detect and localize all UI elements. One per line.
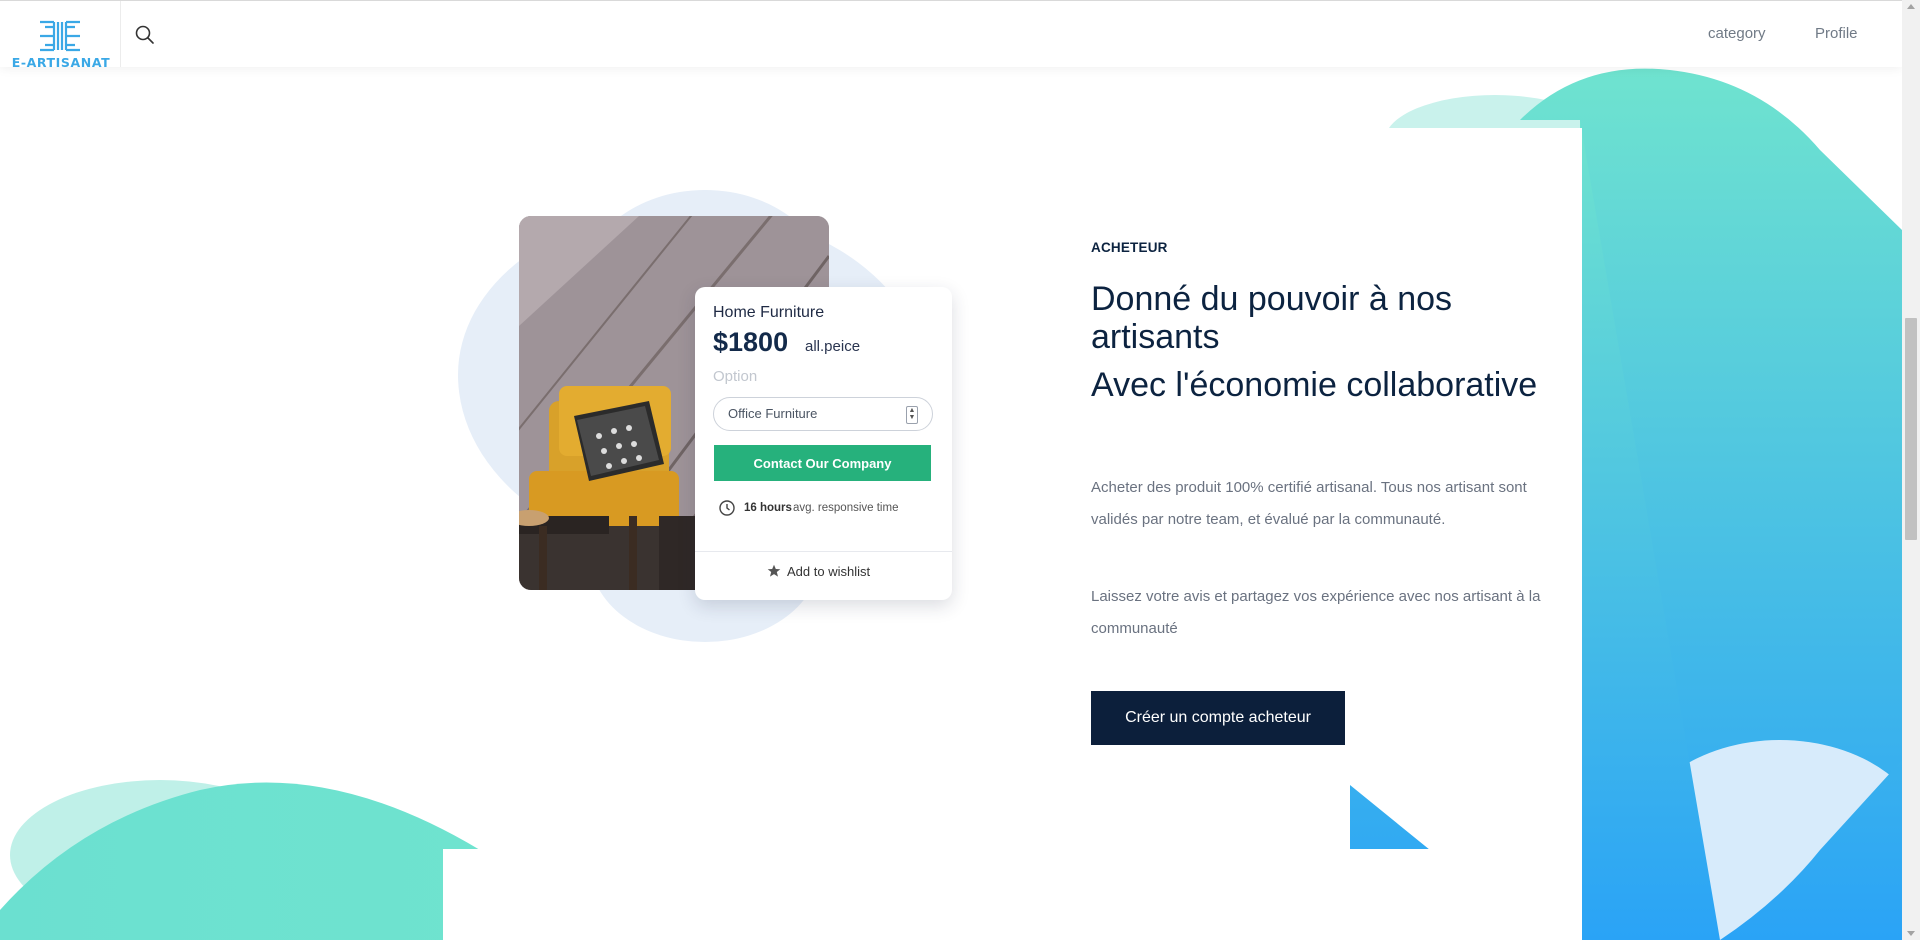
section-headline: Donné du pouvoir à nos artisants xyxy=(1091,280,1453,356)
vertical-scrollbar[interactable] xyxy=(1902,0,1920,940)
scrollbar-thumb[interactable] xyxy=(1905,318,1917,540)
brand-logo[interactable]: E-ARTISANAT xyxy=(8,15,114,71)
scroll-up-arrow-icon[interactable] xyxy=(1907,4,1915,9)
section-eyebrow: ACHETEUR xyxy=(1091,240,1168,255)
nav-divider xyxy=(120,1,121,67)
create-buyer-account-button[interactable]: Créer un compte acheteur xyxy=(1091,691,1345,745)
content-panel-lower xyxy=(1430,784,1582,849)
option-label: Option xyxy=(713,368,758,385)
decorative-gradient-shape-left xyxy=(0,780,480,940)
product-category-title: Home Furniture xyxy=(713,304,825,321)
nav-link-category[interactable]: category xyxy=(1708,25,1766,42)
scroll-down-arrow-icon[interactable] xyxy=(1907,931,1915,936)
section-paragraph-1: Acheter des produit 100% certifié artisa… xyxy=(1091,479,1527,528)
content-panel xyxy=(1180,128,1582,784)
contact-company-button[interactable]: Contact Our Company xyxy=(714,445,931,481)
option-select-value: Office Furniture xyxy=(728,406,818,421)
star-icon xyxy=(767,564,781,577)
page: Home Furniture $1800 all.peice Option Of… xyxy=(0,0,1902,940)
select-stepper-icon: ▲ ▼ xyxy=(906,406,918,424)
logo-mark-icon xyxy=(40,20,80,52)
card-divider xyxy=(695,551,952,552)
response-time-value: 16 hours xyxy=(744,502,792,514)
nav-link-profile[interactable]: Profile xyxy=(1815,25,1858,42)
option-select[interactable]: Office Furniture ▲ ▼ xyxy=(713,397,933,431)
add-to-wishlist-link[interactable]: Add to wishlist xyxy=(695,561,952,585)
response-time-label: avg. responsive time xyxy=(793,502,899,514)
section-paragraph-2: Laissez votre avis et partagez vos expér… xyxy=(1091,588,1541,637)
top-navbar: E-ARTISANAT category Profile xyxy=(0,0,1902,70)
lower-white-panel xyxy=(443,849,1582,940)
clock-icon xyxy=(719,500,735,516)
product-price: $1800 xyxy=(713,327,789,357)
product-price-unit: all.peice xyxy=(805,338,861,355)
product-card: Home Furniture $1800 all.peice Option Of… xyxy=(695,287,952,600)
section-subheadline: Avec l'économie collaborative xyxy=(1091,366,1538,404)
add-to-wishlist-label: Add to wishlist xyxy=(787,564,871,579)
search-icon[interactable] xyxy=(133,23,157,47)
brand-name: E-ARTISANAT xyxy=(11,55,111,70)
